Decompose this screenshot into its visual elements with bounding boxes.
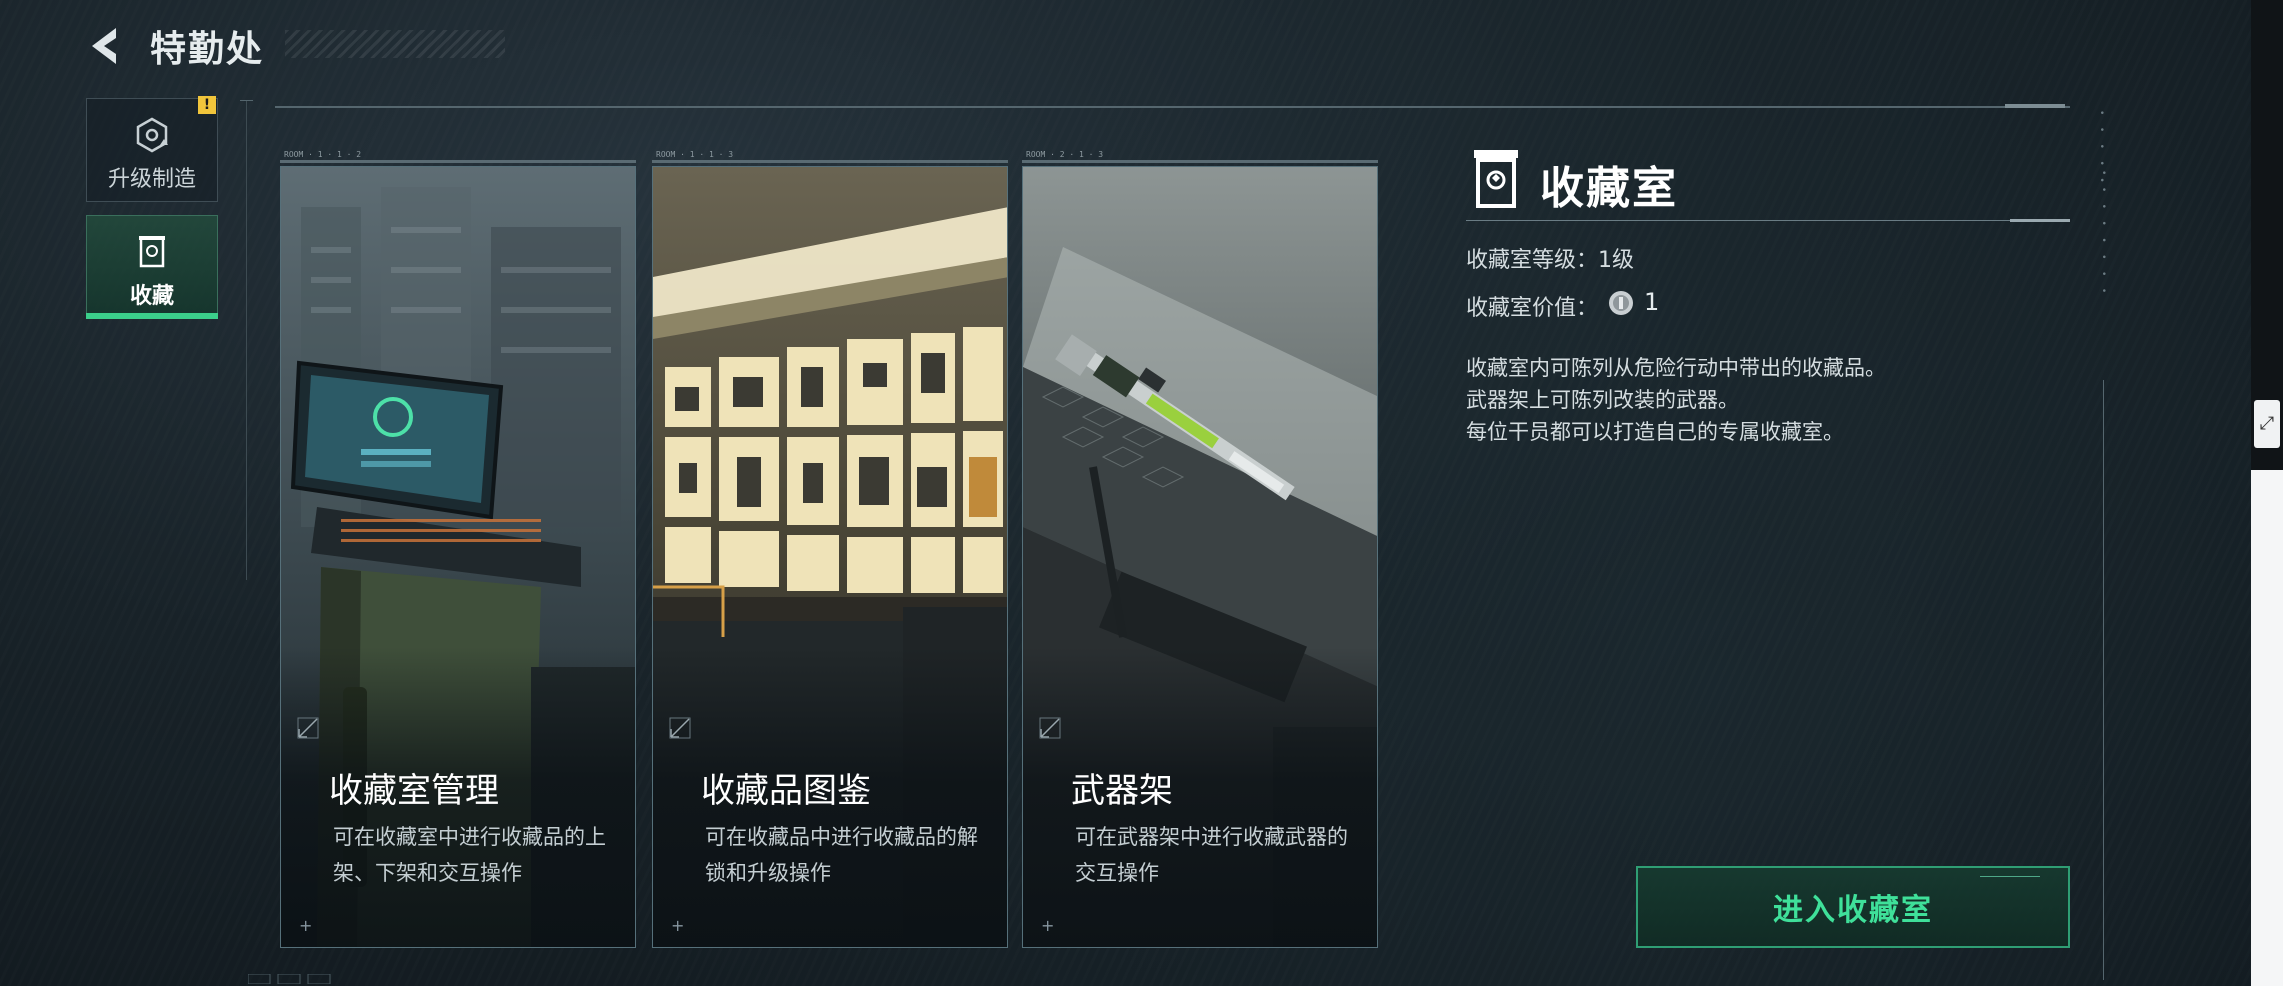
page-title: 特勤处 — [150, 29, 265, 70]
back-button[interactable] — [86, 24, 130, 68]
description-line: 收藏室内可陈列从危险行动中带出的收藏品。 — [1466, 356, 1886, 380]
expand-arrows-icon: ⤢ — [2259, 413, 2275, 434]
sidebar-divider-tick — [240, 100, 253, 101]
expand-icon — [1039, 717, 1061, 739]
panel-title: 收藏室 — [1540, 163, 1678, 214]
expand-icon — [297, 717, 319, 739]
collection-value-label: 收藏室价值： — [1466, 296, 1599, 321]
collection-level: 收藏室等级：1级 — [1466, 248, 1634, 273]
button-decoration — [1980, 876, 2040, 877]
alert-badge: ! — [198, 96, 216, 114]
collection-room-icon — [1474, 150, 1518, 208]
panel-divider-tick — [2010, 219, 2070, 222]
card-title: 武器架 — [1071, 771, 1173, 811]
card-tab: ROOM · 2 · 1 · 3 — [1022, 150, 1378, 164]
panel-description: 收藏室内可陈列从危险行动中带出的收藏品。 武器架上可陈列改装的武器。 每位干员都… — [1466, 352, 1886, 448]
card-collection-catalog[interactable]: 收藏品图鉴 可在收藏品中进行收藏品的解锁和升级操作 + — [652, 166, 1008, 948]
card-tab: ROOM · 1 · 1 · 2 — [280, 150, 636, 164]
card-description: 可在收藏品中进行收藏品的解锁和升级操作 — [705, 825, 978, 885]
card-description: 可在收藏室中进行收藏品的上架、下架和交互操作 — [333, 825, 606, 885]
enter-collection-button[interactable]: 进入收藏室 — [1636, 866, 2070, 948]
sidebar-item-label: 升级制造 — [107, 167, 196, 192]
right-edge-line — [2103, 380, 2104, 980]
card-title: 收藏室管理 — [329, 771, 499, 811]
panel-divider — [1466, 220, 2070, 221]
edge-marking: • • • • • • • • — [2098, 170, 2108, 297]
bottom-decoration — [248, 974, 331, 984]
os-edge-panel — [2251, 470, 2283, 986]
collection-value: 1 — [1644, 288, 1660, 316]
plus-icon: + — [671, 916, 685, 935]
card-tab: ROOM · 1 · 1 · 3 — [652, 150, 1008, 164]
sidebar-divider — [246, 100, 247, 580]
back-arrow-icon — [92, 28, 116, 64]
enter-button-label: 进入收藏室 — [1773, 893, 1933, 928]
coin-icon — [1609, 291, 1633, 315]
card-tab-line — [280, 160, 636, 163]
card-weapon-rack[interactable]: 武器架 可在武器架中进行收藏武器的交互操作 + — [1022, 166, 1378, 948]
sidebar-item-label: 收藏 — [129, 284, 174, 309]
top-divider — [275, 106, 2070, 108]
plus-icon: + — [1041, 916, 1055, 935]
sidebar-item-collection[interactable]: 收藏 — [86, 215, 218, 319]
card-title: 收藏品图鉴 — [701, 771, 871, 811]
top-divider-tick — [2005, 104, 2065, 108]
expand-window-button[interactable]: ⤢ — [2254, 400, 2280, 448]
card-tab-code: ROOM · 1 · 1 · 2 — [284, 150, 362, 159]
description-line: 每位干员都可以打造自己的专属收藏室。 — [1466, 420, 1844, 444]
card-tab-code: ROOM · 1 · 1 · 3 — [656, 150, 734, 159]
card-tab-line — [652, 160, 1008, 163]
expand-icon — [669, 717, 691, 739]
title-decoration — [285, 30, 505, 58]
card-collection-management[interactable]: 收藏室管理 可在收藏室中进行收藏品的上架、下架和交互操作 + — [280, 166, 636, 948]
active-indicator — [86, 313, 218, 319]
upgrade-icon — [136, 117, 168, 153]
card-tab-code: ROOM · 2 · 1 · 3 — [1026, 150, 1104, 159]
description-line: 武器架上可陈列改装的武器。 — [1466, 388, 1739, 412]
card-tab-line — [1022, 160, 1378, 163]
card-description: 可在武器架中进行收藏武器的交互操作 — [1075, 825, 1348, 885]
collection-icon — [139, 236, 165, 268]
plus-icon: + — [299, 916, 313, 935]
